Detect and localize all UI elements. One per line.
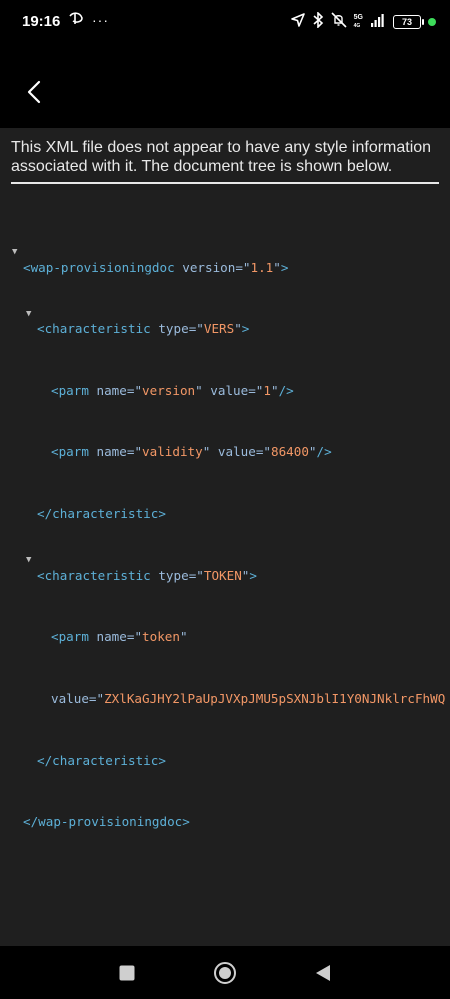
xml-attr-value: 1.1 <box>250 259 274 275</box>
xml-attr-name: name <box>96 629 127 645</box>
xml-line-root-close: </wap-provisioningdoc> <box>23 814 190 830</box>
token-value: ZXlKaGJHY2lPaUpJVXpJMU5pSXNJblI1Y0NJNklr… <box>104 690 446 706</box>
xml-tag: wap-provisioningdoc <box>30 259 175 275</box>
xml-line-char1-open: ▼ <characteristic type="VERS"> <box>26 307 250 337</box>
xml-line-char2-close: </characteristic> <box>37 752 166 768</box>
xml-line-char2-open: ▼ <characteristic type="TOKEN"> <box>26 553 257 583</box>
nav-back-button[interactable] <box>310 960 336 986</box>
xml-attr-name: value <box>51 690 89 706</box>
xml-tag: characteristic <box>52 506 159 522</box>
status-bar: 19:16 ··· 5G 4G 73 <box>0 0 450 44</box>
top-app-bar <box>0 44 450 128</box>
xml-line-parm-token: <parm name="token" <box>51 629 188 645</box>
xml-attr-name: value <box>210 382 249 398</box>
xml-attr-value: validity <box>142 444 203 460</box>
home-button[interactable] <box>212 960 238 986</box>
collapse-char2-toggle-icon[interactable]: ▼ <box>26 553 31 568</box>
xml-attr-name: name <box>96 382 127 398</box>
app-screen: 19:16 ··· 5G 4G 73 This XML file does no… <box>0 0 450 999</box>
xml-attr-value: 86400 <box>270 444 309 460</box>
xml-line-root-open: ▼ <wap-provisioningdoc version="1.1"> <box>12 245 289 275</box>
circle-home-icon <box>214 962 236 984</box>
xml-attr-name: name <box>96 444 127 460</box>
xml-attr-name: type <box>158 567 189 583</box>
location-icon <box>290 13 305 31</box>
xml-attr-value: token <box>142 629 180 645</box>
status-left-icons: ··· <box>68 11 109 29</box>
privacy-indicator-dot <box>428 18 436 26</box>
network-5g: 5G <box>353 14 363 21</box>
status-right-icons: 5G 4G 73 <box>290 11 436 32</box>
bluetooth-icon <box>312 11 324 32</box>
style-info-message: This XML file does not appear to have an… <box>11 139 432 175</box>
xml-attr-value: 1 <box>263 382 271 398</box>
xml-line-parm-validity: <parm name="validity" value="86400"/> <box>51 444 332 460</box>
network-type: 5G 4G <box>354 14 363 30</box>
collapse-root-toggle-icon[interactable]: ▼ <box>12 245 17 260</box>
triangle-back-icon <box>316 965 330 981</box>
xml-tag: wap-provisioningdoc <box>38 814 183 830</box>
status-time: 19:16 <box>22 13 61 30</box>
square-icon <box>119 965 135 981</box>
xml-line-parm-version: <parm name="version" value="1"/> <box>51 382 294 398</box>
xml-tree: ▼ <wap-provisioningdoc version="1.1"> ▼ <c… <box>0 198 450 845</box>
info-divider <box>11 182 439 184</box>
xml-line-token-value: value="ZXlKaGJHY2lPaUpJVXpJMU5pSXNJblI1Y… <box>51 690 446 706</box>
xml-attr-value: version <box>142 382 196 398</box>
xml-tag: characteristic <box>44 321 151 337</box>
xml-attr-value: TOKEN <box>203 567 242 583</box>
system-nav-bar <box>0 946 450 999</box>
recents-button[interactable] <box>114 960 140 986</box>
xml-attr-name: value <box>217 444 256 460</box>
back-button[interactable] <box>16 74 52 110</box>
mute-icon <box>331 12 347 32</box>
chevron-left-icon <box>27 80 41 104</box>
xml-attr-value: VERS <box>203 321 235 337</box>
xml-viewer: This XML file does not appear to have an… <box>0 128 450 946</box>
xml-tag: characteristic <box>44 567 151 583</box>
xml-attr-name: type <box>158 321 189 337</box>
more-notifications-icon: ··· <box>92 12 109 28</box>
xml-attr-name: version <box>182 259 236 275</box>
signal-icon <box>370 13 386 31</box>
battery-indicator: 73 <box>393 15 424 29</box>
network-4g: 4G <box>353 23 361 29</box>
disney-app-icon <box>68 11 84 29</box>
collapse-char1-toggle-icon[interactable]: ▼ <box>26 307 31 322</box>
xml-line-char1-close: </characteristic> <box>37 506 166 522</box>
xml-tag: characteristic <box>52 752 159 768</box>
